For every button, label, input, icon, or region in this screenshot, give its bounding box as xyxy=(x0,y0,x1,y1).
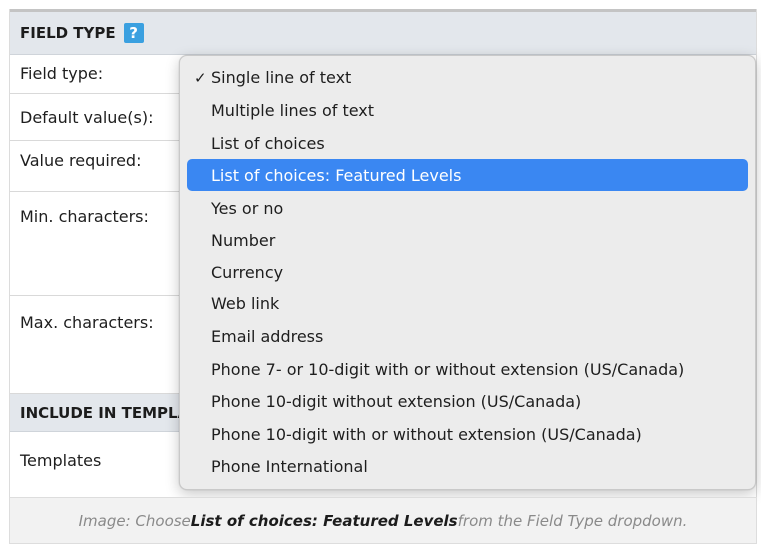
dropdown-option-phone-10-digit-without-extension[interactable]: Phone 10-digit without extension (US/Can… xyxy=(187,386,748,417)
option-label: Phone International xyxy=(211,457,368,476)
section-title-field-type: FIELD TYPE xyxy=(20,24,116,42)
dropdown-option-email-address[interactable]: Email address xyxy=(187,321,748,352)
dropdown-option-phone-10-digit-with-or-without-extension[interactable]: Phone 10-digit with or without extension… xyxy=(187,419,748,450)
caption-suffix: from the Field Type dropdown. xyxy=(457,511,688,530)
dropdown-option-phone-7-or-10-digit[interactable]: Phone 7- or 10-digit with or without ext… xyxy=(187,354,748,385)
option-label: Yes or no xyxy=(211,199,284,218)
label-min-characters: Min. characters: xyxy=(20,207,149,226)
dropdown-option-list-of-choices[interactable]: List of choices xyxy=(187,128,748,159)
dropdown-option-single-line-of-text[interactable]: ✓ Single line of text xyxy=(187,62,748,93)
dropdown-option-multiple-lines-of-text[interactable]: Multiple lines of text xyxy=(187,95,748,126)
field-type-dropdown-menu[interactable]: ✓ Single line of text Multiple lines of … xyxy=(179,55,756,490)
dropdown-option-phone-international[interactable]: Phone International xyxy=(187,451,748,482)
label-default-values: Default value(s): xyxy=(20,108,154,127)
image-caption: Image: Choose List of choices: Featured … xyxy=(9,497,757,544)
option-label: Number xyxy=(211,231,276,250)
option-label: Multiple lines of text xyxy=(211,101,375,120)
label-field-type: Field type: xyxy=(20,64,104,83)
option-label: List of choices: Featured Levels xyxy=(211,165,462,185)
section-header-field-type: FIELD TYPE ? xyxy=(10,12,756,55)
option-label: Email address xyxy=(211,327,324,346)
dropdown-option-list-of-choices-featured-levels[interactable]: List of choices: Featured Levels xyxy=(187,159,748,191)
label-templates: Templates xyxy=(20,451,102,470)
option-label: Currency xyxy=(211,263,284,282)
dropdown-option-web-link[interactable]: Web link xyxy=(187,288,748,319)
label-max-characters: Max. characters: xyxy=(20,313,154,332)
dropdown-option-number[interactable]: Number xyxy=(187,225,748,256)
option-label: Single line of text xyxy=(211,68,352,87)
option-label: Phone 10-digit with or without extension… xyxy=(211,425,642,444)
label-value-required: Value required: xyxy=(20,151,142,170)
checkmark-icon: ✓ xyxy=(194,68,207,87)
caption-prefix: Image: Choose xyxy=(78,511,191,530)
caption-emphasis: List of choices: Featured Levels xyxy=(190,511,458,530)
option-label: Web link xyxy=(211,294,280,313)
dropdown-option-currency[interactable]: Currency xyxy=(187,257,748,288)
option-label: List of choices xyxy=(211,134,325,153)
option-label: Phone 7- or 10-digit with or without ext… xyxy=(211,360,685,379)
dropdown-option-yes-or-no[interactable]: Yes or no xyxy=(187,193,748,224)
help-icon[interactable]: ? xyxy=(123,23,144,43)
option-label: Phone 10-digit without extension (US/Can… xyxy=(211,392,582,411)
